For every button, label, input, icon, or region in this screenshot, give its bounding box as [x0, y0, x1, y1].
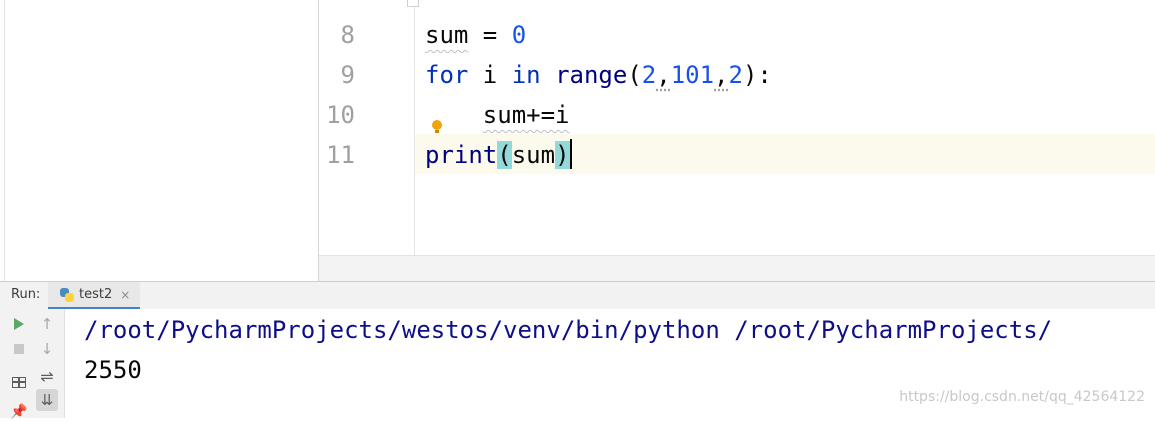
- code-token: 0: [511, 21, 527, 49]
- panel-edge: [4, 0, 5, 281]
- console-output[interactable]: /root/PycharmProjects/westos/venv/bin/py…: [65, 309, 1155, 418]
- editor-breadcrumb-bar: [319, 255, 1155, 282]
- code-line-8[interactable]: sum = 0: [425, 15, 526, 55]
- line-number: 10: [326, 101, 355, 129]
- scroll-to-end-icon[interactable]: ⇊: [36, 389, 58, 411]
- code-token: range: [555, 61, 628, 89]
- editor-gutter: 8 9 10 11: [319, 0, 419, 255]
- code-token: ,: [656, 61, 671, 89]
- console-result-line: 2550: [84, 356, 142, 384]
- run-tab-test2[interactable]: test2 ×: [48, 282, 141, 310]
- up-arrow-icon[interactable]: ↑: [36, 313, 58, 335]
- code-token: (: [627, 61, 642, 89]
- line-number: 8: [340, 21, 355, 49]
- code-token: 2: [641, 61, 657, 89]
- code-token: sum: [425, 21, 469, 49]
- console-command-line: /root/PycharmProjects/westos/venv/bin/py…: [84, 316, 1053, 344]
- code-token: =: [468, 21, 512, 49]
- code-editor[interactable]: 8 9 10 11 sum = 0 for i in range(2,101,2…: [319, 0, 1155, 255]
- down-arrow-icon[interactable]: ↓: [36, 338, 58, 360]
- code-token: for: [425, 61, 469, 89]
- run-label: Run:: [11, 287, 41, 302]
- run-toolbar: 📌 ↑ ↓ ⇌ ⇊: [0, 309, 65, 420]
- code-token: in: [511, 61, 541, 89]
- soft-wrap-icon[interactable]: ⇌: [36, 365, 58, 387]
- line-number: 11: [326, 141, 355, 169]
- text-caret: [569, 139, 572, 169]
- layout-icon[interactable]: [8, 371, 30, 393]
- line-number: 9: [340, 61, 355, 89]
- code-line-10[interactable]: sum+=i: [425, 95, 570, 135]
- code-token: ,: [714, 61, 729, 89]
- stop-icon[interactable]: [8, 338, 30, 360]
- code-token: sum+=i: [482, 101, 570, 129]
- code-token: 101: [670, 61, 715, 89]
- code-token: print: [425, 141, 498, 169]
- code-token: i: [468, 61, 512, 89]
- watermark: https://blog.csdn.net/qq_42564122: [899, 389, 1145, 405]
- run-tool-window-header: Run: test2 ×: [0, 281, 1155, 310]
- code-token: (: [497, 141, 512, 169]
- code-token: ):: [742, 61, 772, 89]
- code-token: sum: [511, 141, 556, 169]
- code-line-9[interactable]: for i in range(2,101,2):: [425, 55, 772, 95]
- project-panel: [0, 0, 319, 281]
- code-line-11[interactable]: print(sum): [425, 135, 572, 175]
- code-token: ): [555, 141, 570, 169]
- python-icon: [60, 287, 74, 302]
- run-tab-label: test2: [79, 287, 113, 302]
- code-token: 2: [728, 61, 743, 89]
- pin-icon[interactable]: 📌: [8, 401, 30, 423]
- close-icon[interactable]: ×: [120, 288, 130, 302]
- fold-marker[interactable]: [407, 0, 419, 7]
- rerun-play-icon[interactable]: [8, 313, 30, 335]
